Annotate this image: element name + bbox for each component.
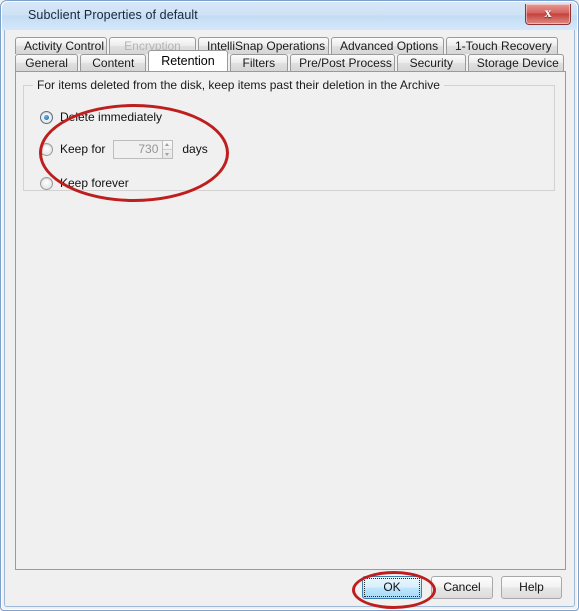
- close-button[interactable]: x: [525, 4, 571, 25]
- tab-row-upper: Activity Control Encryption IntelliSnap Op…: [15, 36, 566, 54]
- tab-label: Storage Device: [476, 56, 559, 70]
- tab-storage-device[interactable]: Storage Device: [467, 54, 564, 71]
- tab-row-lower: General Content Retention Filters Pre/Post P…: [15, 50, 566, 71]
- spinner-down-arrow-icon[interactable]: [163, 150, 172, 159]
- days-spinner[interactable]: 730: [113, 139, 174, 159]
- window-title: Subclient Properties of default: [28, 8, 198, 22]
- tab-control: Activity Control Encryption IntelliSnap Op…: [15, 36, 566, 570]
- tab-label: Filters: [242, 56, 276, 70]
- cancel-button[interactable]: Cancel: [431, 576, 493, 599]
- radio-label-keep-forever: Keep forever: [60, 176, 129, 190]
- tab-label: Security: [409, 56, 453, 70]
- tab-retention[interactable]: Retention: [148, 50, 228, 71]
- tab-advanced-options[interactable]: Advanced Options: [331, 37, 444, 54]
- tab-filters[interactable]: Filters: [229, 54, 289, 71]
- cancel-button-label: Cancel: [443, 580, 481, 594]
- tab-1-touch-recovery[interactable]: 1-Touch Recovery: [446, 37, 558, 54]
- help-button-label: Help: [519, 580, 544, 594]
- tab-label: General: [25, 56, 68, 70]
- radio-row-delete-immediately[interactable]: Delete immediately: [40, 108, 162, 126]
- tab-label: Advanced Options: [340, 39, 439, 53]
- ok-button[interactable]: OK: [362, 576, 422, 599]
- tab-security[interactable]: Security: [396, 54, 466, 71]
- retention-groupbox: For items deleted from the disk, keep it…: [23, 78, 555, 192]
- radio-keep-forever[interactable]: [40, 176, 53, 190]
- radio-label-keep-for: Keep for: [60, 142, 106, 156]
- radio-keep-for[interactable]: [40, 142, 53, 156]
- days-input[interactable]: 730: [114, 142, 162, 156]
- tab-label: Activity Control: [24, 39, 105, 53]
- tab-general[interactable]: General: [15, 54, 79, 71]
- tab-pre-post-process[interactable]: Pre/Post Process: [290, 54, 395, 71]
- ok-button-label: OK: [383, 580, 401, 594]
- days-unit-label: days: [182, 142, 208, 156]
- tab-panel-retention: For items deleted from the disk, keep it…: [15, 71, 566, 570]
- radio-row-keep-for[interactable]: Keep for 730 days: [40, 139, 208, 159]
- screenshot-root: Subclient Properties of default x Activi…: [0, 0, 579, 611]
- dialog-window: Subclient Properties of default x Activi…: [0, 0, 579, 611]
- tab-label: Retention: [161, 54, 215, 68]
- title-bar: Subclient Properties of default x: [2, 2, 577, 30]
- radio-label-delete-immediately: Delete immediately: [60, 110, 163, 124]
- radio-delete-immediately[interactable]: [40, 110, 53, 124]
- radio-row-keep-forever[interactable]: Keep forever: [40, 174, 129, 192]
- spinner-up-arrow-icon[interactable]: [163, 141, 172, 150]
- tab-label: Content: [92, 56, 135, 70]
- close-icon: x: [544, 6, 552, 21]
- tab-label: Pre/Post Process: [299, 56, 392, 70]
- tab-strip: Activity Control Encryption IntelliSnap Op…: [15, 36, 566, 71]
- tab-content[interactable]: Content: [80, 54, 147, 71]
- tab-label: 1-Touch Recovery: [455, 39, 552, 53]
- tab-activity-control[interactable]: Activity Control: [15, 37, 107, 54]
- days-spinner-buttons[interactable]: [162, 139, 174, 159]
- help-button[interactable]: Help: [501, 576, 562, 599]
- retention-groupbox-title: For items deleted from the disk, keep it…: [33, 78, 444, 92]
